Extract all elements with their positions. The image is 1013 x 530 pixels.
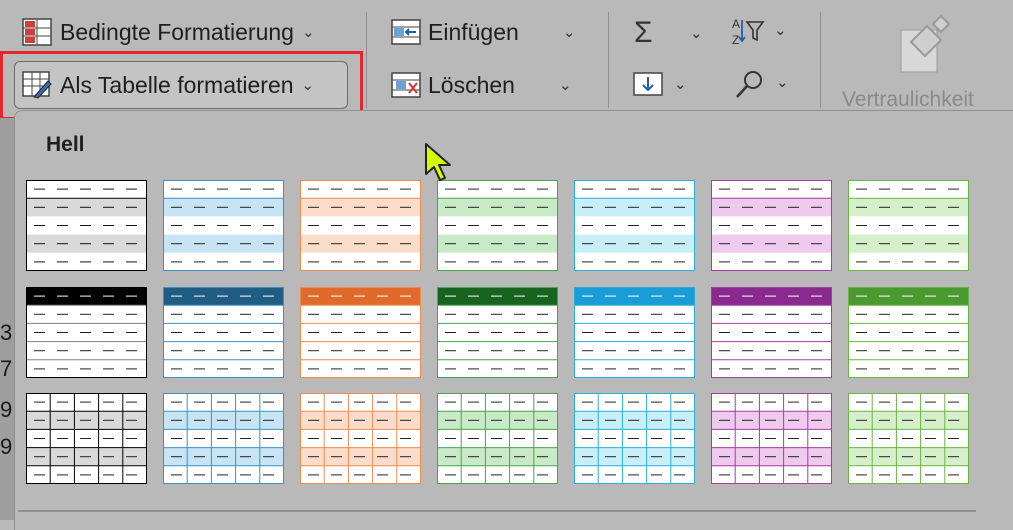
table-style-gallery: Hell	[14, 110, 1013, 530]
table-style-option[interactable]	[848, 393, 969, 484]
chevron-down-icon: ⌄	[674, 76, 687, 93]
sensitivity-label[interactable]: Vertraulichkeit	[842, 88, 974, 112]
svg-text:Z: Z	[732, 33, 739, 46]
table-style-option[interactable]	[848, 180, 969, 271]
table-style-option[interactable]	[848, 287, 969, 378]
table-style-option[interactable]	[711, 180, 832, 271]
insert-button[interactable]: Einfügen ⌄	[390, 18, 575, 46]
insert-cells-icon	[390, 18, 421, 46]
table-style-preview	[26, 393, 147, 484]
table-style-preview	[163, 393, 284, 484]
table-style-preview	[26, 287, 147, 378]
ribbon-divider	[820, 12, 821, 108]
table-style-preview	[437, 393, 558, 484]
autosum-button[interactable]: Σ ⌄	[634, 16, 703, 50]
table-style-option[interactable]	[437, 393, 558, 484]
cell-value[interactable]: 9,	[0, 434, 14, 460]
table-style-option[interactable]	[437, 287, 558, 378]
table-style-preview	[848, 393, 969, 484]
cell-value[interactable]: 9,	[0, 397, 14, 423]
delete-button[interactable]: Löschen ⌄	[390, 71, 572, 99]
sensitivity-icon	[893, 14, 953, 81]
table-style-option[interactable]	[26, 287, 147, 378]
table-style-option[interactable]	[300, 393, 421, 484]
table-style-preview	[163, 287, 284, 378]
ribbon-divider	[608, 12, 609, 108]
table-style-preview	[711, 287, 832, 378]
table-style-option[interactable]	[437, 180, 558, 271]
chevron-down-icon: ⌄	[562, 24, 576, 41]
cell-value[interactable]: 7,	[0, 356, 14, 382]
sort-filter-icon: A Z	[732, 16, 765, 47]
chevron-down-icon: ⌄	[774, 22, 787, 39]
ribbon-divider	[366, 12, 367, 108]
table-style-option[interactable]	[574, 393, 695, 484]
table-style-preview	[574, 180, 695, 271]
conditional-formatting-button[interactable]: Bedingte Formatierung ⌄	[22, 18, 315, 46]
table-style-option[interactable]	[711, 287, 832, 378]
table-style-option[interactable]	[574, 287, 695, 378]
table-style-option[interactable]	[26, 393, 147, 484]
table-style-preview	[437, 287, 558, 378]
table-style-option[interactable]	[574, 180, 695, 271]
cell-value[interactable]: 3,	[0, 320, 14, 346]
table-style-preview	[26, 180, 147, 271]
chevron-down-icon: ⌄	[776, 74, 789, 91]
table-style-preview	[848, 287, 969, 378]
find-icon	[734, 68, 764, 98]
gallery-divider	[18, 510, 976, 512]
chevron-down-icon: ⌄	[558, 77, 572, 94]
delete-label: Löschen	[428, 71, 515, 98]
table-style-preview	[300, 287, 421, 378]
table-style-option[interactable]	[163, 287, 284, 378]
fill-down-icon	[632, 70, 663, 98]
ribbon: Bedingte Formatierung ⌄ Als Tabelle form…	[0, 0, 1013, 120]
table-style-preview	[711, 393, 832, 484]
table-style-option[interactable]	[163, 180, 284, 271]
mouse-pointer-icon	[424, 142, 454, 187]
table-style-preview	[848, 180, 969, 271]
conditional-formatting-label: Bedingte Formatierung	[60, 18, 294, 45]
gallery-section-title: Hell	[46, 133, 85, 156]
chevron-down-icon: ⌄	[690, 25, 703, 42]
sort-filter-button[interactable]: A Z ⌄	[732, 16, 787, 47]
table-style-option[interactable]	[300, 287, 421, 378]
table-style-option[interactable]	[300, 180, 421, 271]
conditional-formatting-icon	[22, 18, 52, 46]
find-select-button[interactable]: ⌄	[734, 68, 789, 98]
insert-label: Einfügen	[428, 18, 519, 45]
fill-button[interactable]: ⌄	[632, 70, 687, 98]
table-style-preview	[163, 180, 284, 271]
svg-text:A: A	[732, 17, 740, 31]
table-style-preview	[711, 180, 832, 271]
table-style-preview	[574, 287, 695, 378]
table-style-option[interactable]	[26, 180, 147, 271]
table-style-preview	[437, 180, 558, 271]
table-style-option[interactable]	[711, 393, 832, 484]
table-style-preview	[300, 393, 421, 484]
chevron-down-icon: ⌄	[301, 24, 315, 41]
table-style-preview	[574, 393, 695, 484]
sum-icon: Σ	[634, 16, 653, 49]
table-style-preview	[300, 180, 421, 271]
table-style-option[interactable]	[163, 393, 284, 484]
delete-cells-icon	[390, 71, 421, 99]
